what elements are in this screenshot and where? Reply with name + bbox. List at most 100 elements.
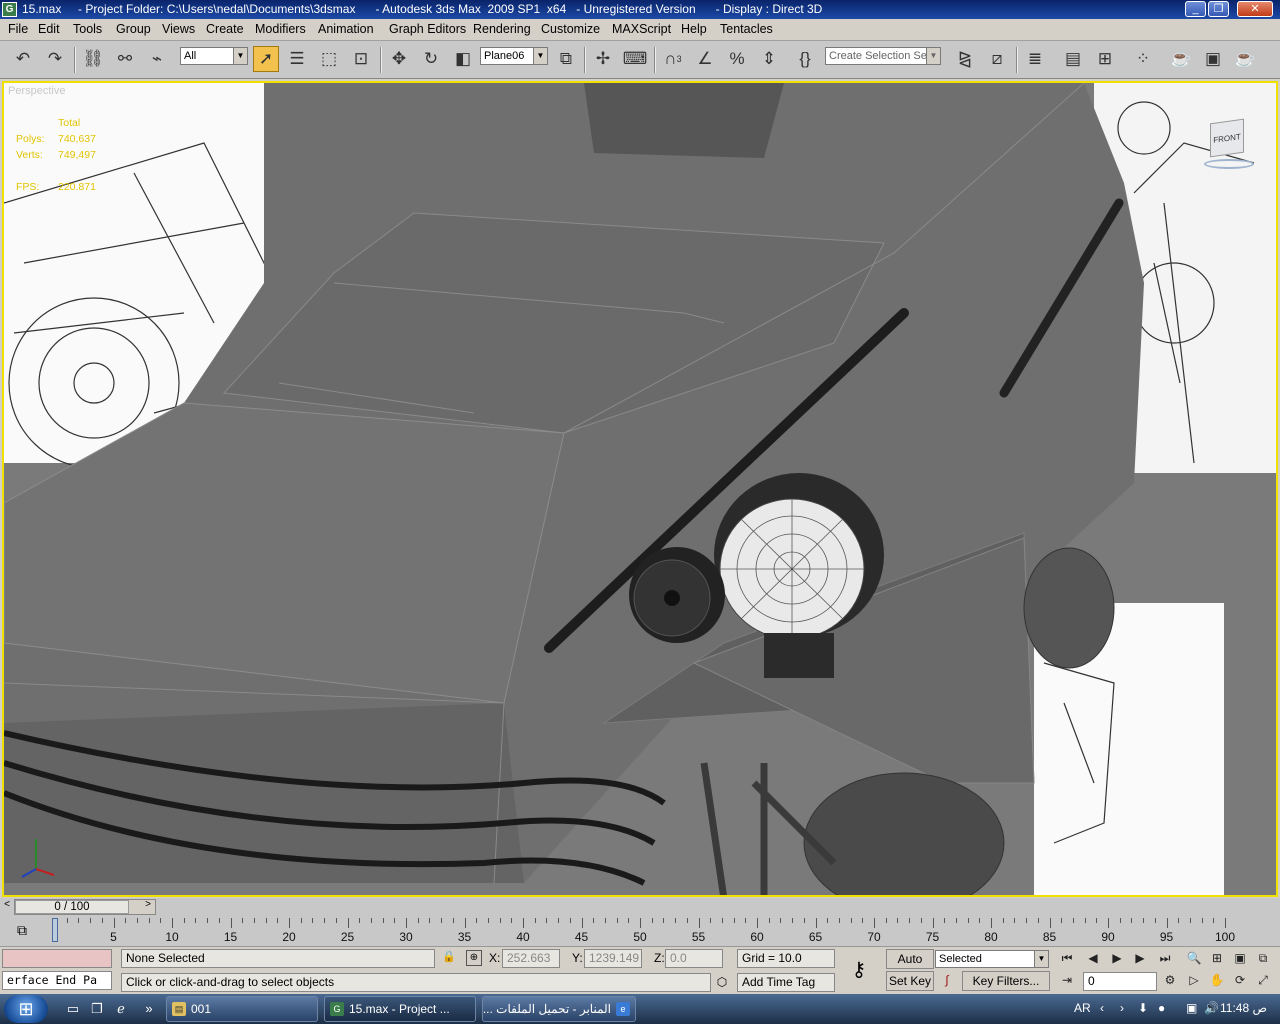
key-filters-button[interactable]: Key Filters... <box>962 971 1050 991</box>
play-icon[interactable]: ▶ <box>1107 949 1127 967</box>
minimize-button[interactable]: _ <box>1185 1 1206 17</box>
x-coordinate-field[interactable]: 252.663 <box>502 949 560 968</box>
add-time-tag-button[interactable]: Add Time Tag <box>737 973 835 992</box>
material-editor-icon[interactable]: ⁘ <box>1130 46 1156 72</box>
lock-icon[interactable]: 🔒 <box>441 950 457 966</box>
menu-rendering[interactable]: Rendering <box>473 22 531 36</box>
menu-file[interactable]: File <box>8 22 28 36</box>
zoom-icon[interactable]: 🔍 <box>1184 949 1204 967</box>
time-configuration-icon[interactable]: ⚙ <box>1160 971 1180 989</box>
taskbar-task-browser[interactable]: e المنابر - تحميل الملفات ... <box>482 996 636 1022</box>
adaptive-degradation-icon[interactable]: ⬡ <box>714 975 730 991</box>
start-button[interactable]: ⊞ <box>4 995 48 1023</box>
time-slider-thumb[interactable]: 0 / 100 <box>15 900 129 914</box>
menu-customize[interactable]: Customize <box>541 22 600 36</box>
menu-create[interactable]: Create <box>206 22 244 36</box>
key-mode-toggle-icon[interactable]: ⇥ <box>1057 971 1077 989</box>
menu-edit[interactable]: Edit <box>38 22 60 36</box>
bind-to-space-warp-icon[interactable]: ⌁ <box>144 46 170 72</box>
orbit-icon[interactable]: ⟳ <box>1230 971 1250 989</box>
snaps-toggle-icon[interactable]: ∩ 3 <box>660 46 686 72</box>
viewcube[interactable]: FRONT <box>1192 115 1264 171</box>
time-slider-prev-icon[interactable]: < <box>0 898 14 912</box>
tray-app-icon[interactable]: ● <box>1158 1001 1165 1015</box>
zoom-extents-icon[interactable]: ▣ <box>1230 949 1250 967</box>
internet-explorer-icon[interactable]: ℯ <box>112 1000 130 1018</box>
select-object-icon[interactable]: ➚ <box>253 46 279 72</box>
schematic-view-icon[interactable]: ⊞ <box>1092 46 1118 72</box>
tray-monitor-icon[interactable]: ▣ <box>1186 1001 1197 1015</box>
previous-frame-icon[interactable]: ◀ <box>1083 949 1103 967</box>
current-frame-field[interactable]: 0 <box>1083 972 1157 991</box>
unlink-selection-icon[interactable]: ⚯ <box>112 46 138 72</box>
selection-filter-dropdown[interactable]: All ▼ <box>180 47 248 65</box>
menu-group[interactable]: Group <box>116 22 151 36</box>
curve-editor-icon[interactable]: ▤ <box>1060 46 1086 72</box>
z-coordinate-field[interactable]: 0.0 <box>665 949 723 968</box>
quick-render-icon[interactable]: ☕ <box>1232 46 1258 72</box>
render-setup-icon[interactable]: ☕ <box>1168 46 1194 72</box>
undo-icon[interactable]: ↶ <box>10 46 36 72</box>
keyboard-shortcut-override-icon[interactable]: ⌨ <box>622 46 648 72</box>
perspective-viewport[interactable]: Perspective Total Polys: 740,637 Verts: 74… <box>2 81 1278 897</box>
mirror-icon[interactable]: ⧎ <box>952 46 978 72</box>
absolute-mode-transform-icon[interactable]: ⊕ <box>466 950 482 966</box>
menu-tentacles[interactable]: Tentacles <box>720 22 773 36</box>
angle-snap-icon[interactable]: ∠ <box>692 46 718 72</box>
track-bar[interactable]: ⧉ 05101520253035404550556065707580859095… <box>0 916 1280 946</box>
current-frame-marker[interactable] <box>52 918 58 942</box>
language-indicator[interactable]: AR <box>1074 1001 1091 1015</box>
auto-key-button[interactable]: Auto Key <box>886 949 934 984</box>
maxscript-mini-listener-pink[interactable] <box>2 949 112 968</box>
select-and-link-icon[interactable]: ⛓ <box>80 46 106 72</box>
set-keys-key-icon[interactable]: ⚷ <box>845 957 873 985</box>
select-and-scale-icon[interactable]: ◧ <box>450 46 476 72</box>
go-to-end-icon[interactable]: ⏭ <box>1155 949 1175 967</box>
percent-snap-icon[interactable]: % <box>724 46 750 72</box>
menu-animation[interactable]: Animation <box>318 22 374 36</box>
zoom-extents-all-icon[interactable]: ⧉ <box>1253 949 1273 967</box>
menu-tools[interactable]: Tools <box>73 22 102 36</box>
window-crossing-icon[interactable]: ⊡ <box>348 46 374 72</box>
key-mode-dropdown[interactable]: Selected ▼ <box>935 950 1049 968</box>
spinner-snap-icon[interactable]: ⇕ <box>756 46 782 72</box>
default-tangent-icon[interactable]: ∫ <box>937 973 957 991</box>
quick-launch-overflow-icon[interactable]: » <box>140 1000 158 1018</box>
pan-view-icon[interactable]: ✋ <box>1207 971 1227 989</box>
tray-expand-icon[interactable]: ‹ <box>1100 1001 1104 1015</box>
taskbar-clock[interactable]: 11:48 ص <box>1220 1001 1267 1015</box>
tray-download-icon[interactable]: ⬇ <box>1138 1001 1148 1015</box>
menu-views[interactable]: Views <box>162 22 195 36</box>
window-switcher-icon[interactable]: ❐ <box>88 1000 106 1018</box>
viewport-label[interactable]: Perspective <box>8 85 65 97</box>
menu-graph-editors[interactable]: Graph Editors <box>389 22 466 36</box>
pivot-center-icon[interactable]: ⧉ <box>553 46 579 72</box>
volume-icon[interactable]: 🔊 <box>1204 1001 1219 1015</box>
redo-icon[interactable]: ↷ <box>42 46 68 72</box>
named-selection-sets-dropdown[interactable]: Create Selection Set ▼ <box>825 47 941 65</box>
3dsmax-icon[interactable]: G <box>2 2 17 17</box>
close-button[interactable]: ✕ <box>1237 1 1273 17</box>
taskbar-task-3dsmax[interactable]: G 15.max - Project ... <box>324 996 476 1022</box>
restore-button[interactable]: ❐ <box>1208 1 1229 17</box>
time-slider-track[interactable]: 0 / 100 <box>14 899 156 915</box>
menu-modifiers[interactable]: Modifiers <box>255 22 306 36</box>
go-to-start-icon[interactable]: ⏮ <box>1057 949 1077 967</box>
select-by-name-icon[interactable]: ☰ <box>284 46 310 72</box>
reference-coordinate-dropdown[interactable]: Plane06 ▼ <box>480 47 548 65</box>
select-and-rotate-icon[interactable]: ↻ <box>418 46 444 72</box>
align-icon[interactable]: ⧄ <box>984 46 1010 72</box>
maxscript-mini-listener[interactable]: erface End Pa <box>2 971 112 990</box>
menu-help[interactable]: Help <box>681 22 707 36</box>
time-slider-next-icon[interactable]: > <box>141 898 155 912</box>
rectangular-selection-region-icon[interactable]: ⬚ <box>316 46 342 72</box>
mini-curve-editor-icon[interactable]: ⧉ <box>12 922 32 938</box>
show-desktop-icon[interactable]: ▭ <box>64 1000 82 1018</box>
viewcube-front-face[interactable]: FRONT <box>1210 118 1244 158</box>
menu-maxscript[interactable]: MAXScript <box>612 22 671 36</box>
edit-named-selection-icon[interactable]: {} <box>792 46 818 72</box>
select-and-manipulate-icon[interactable]: ✢ <box>590 46 616 72</box>
next-frame-icon[interactable]: ▶ <box>1130 949 1150 967</box>
rendered-frame-window-icon[interactable]: ▣ <box>1200 46 1226 72</box>
field-of-view-icon[interactable]: ▷ <box>1184 971 1204 989</box>
